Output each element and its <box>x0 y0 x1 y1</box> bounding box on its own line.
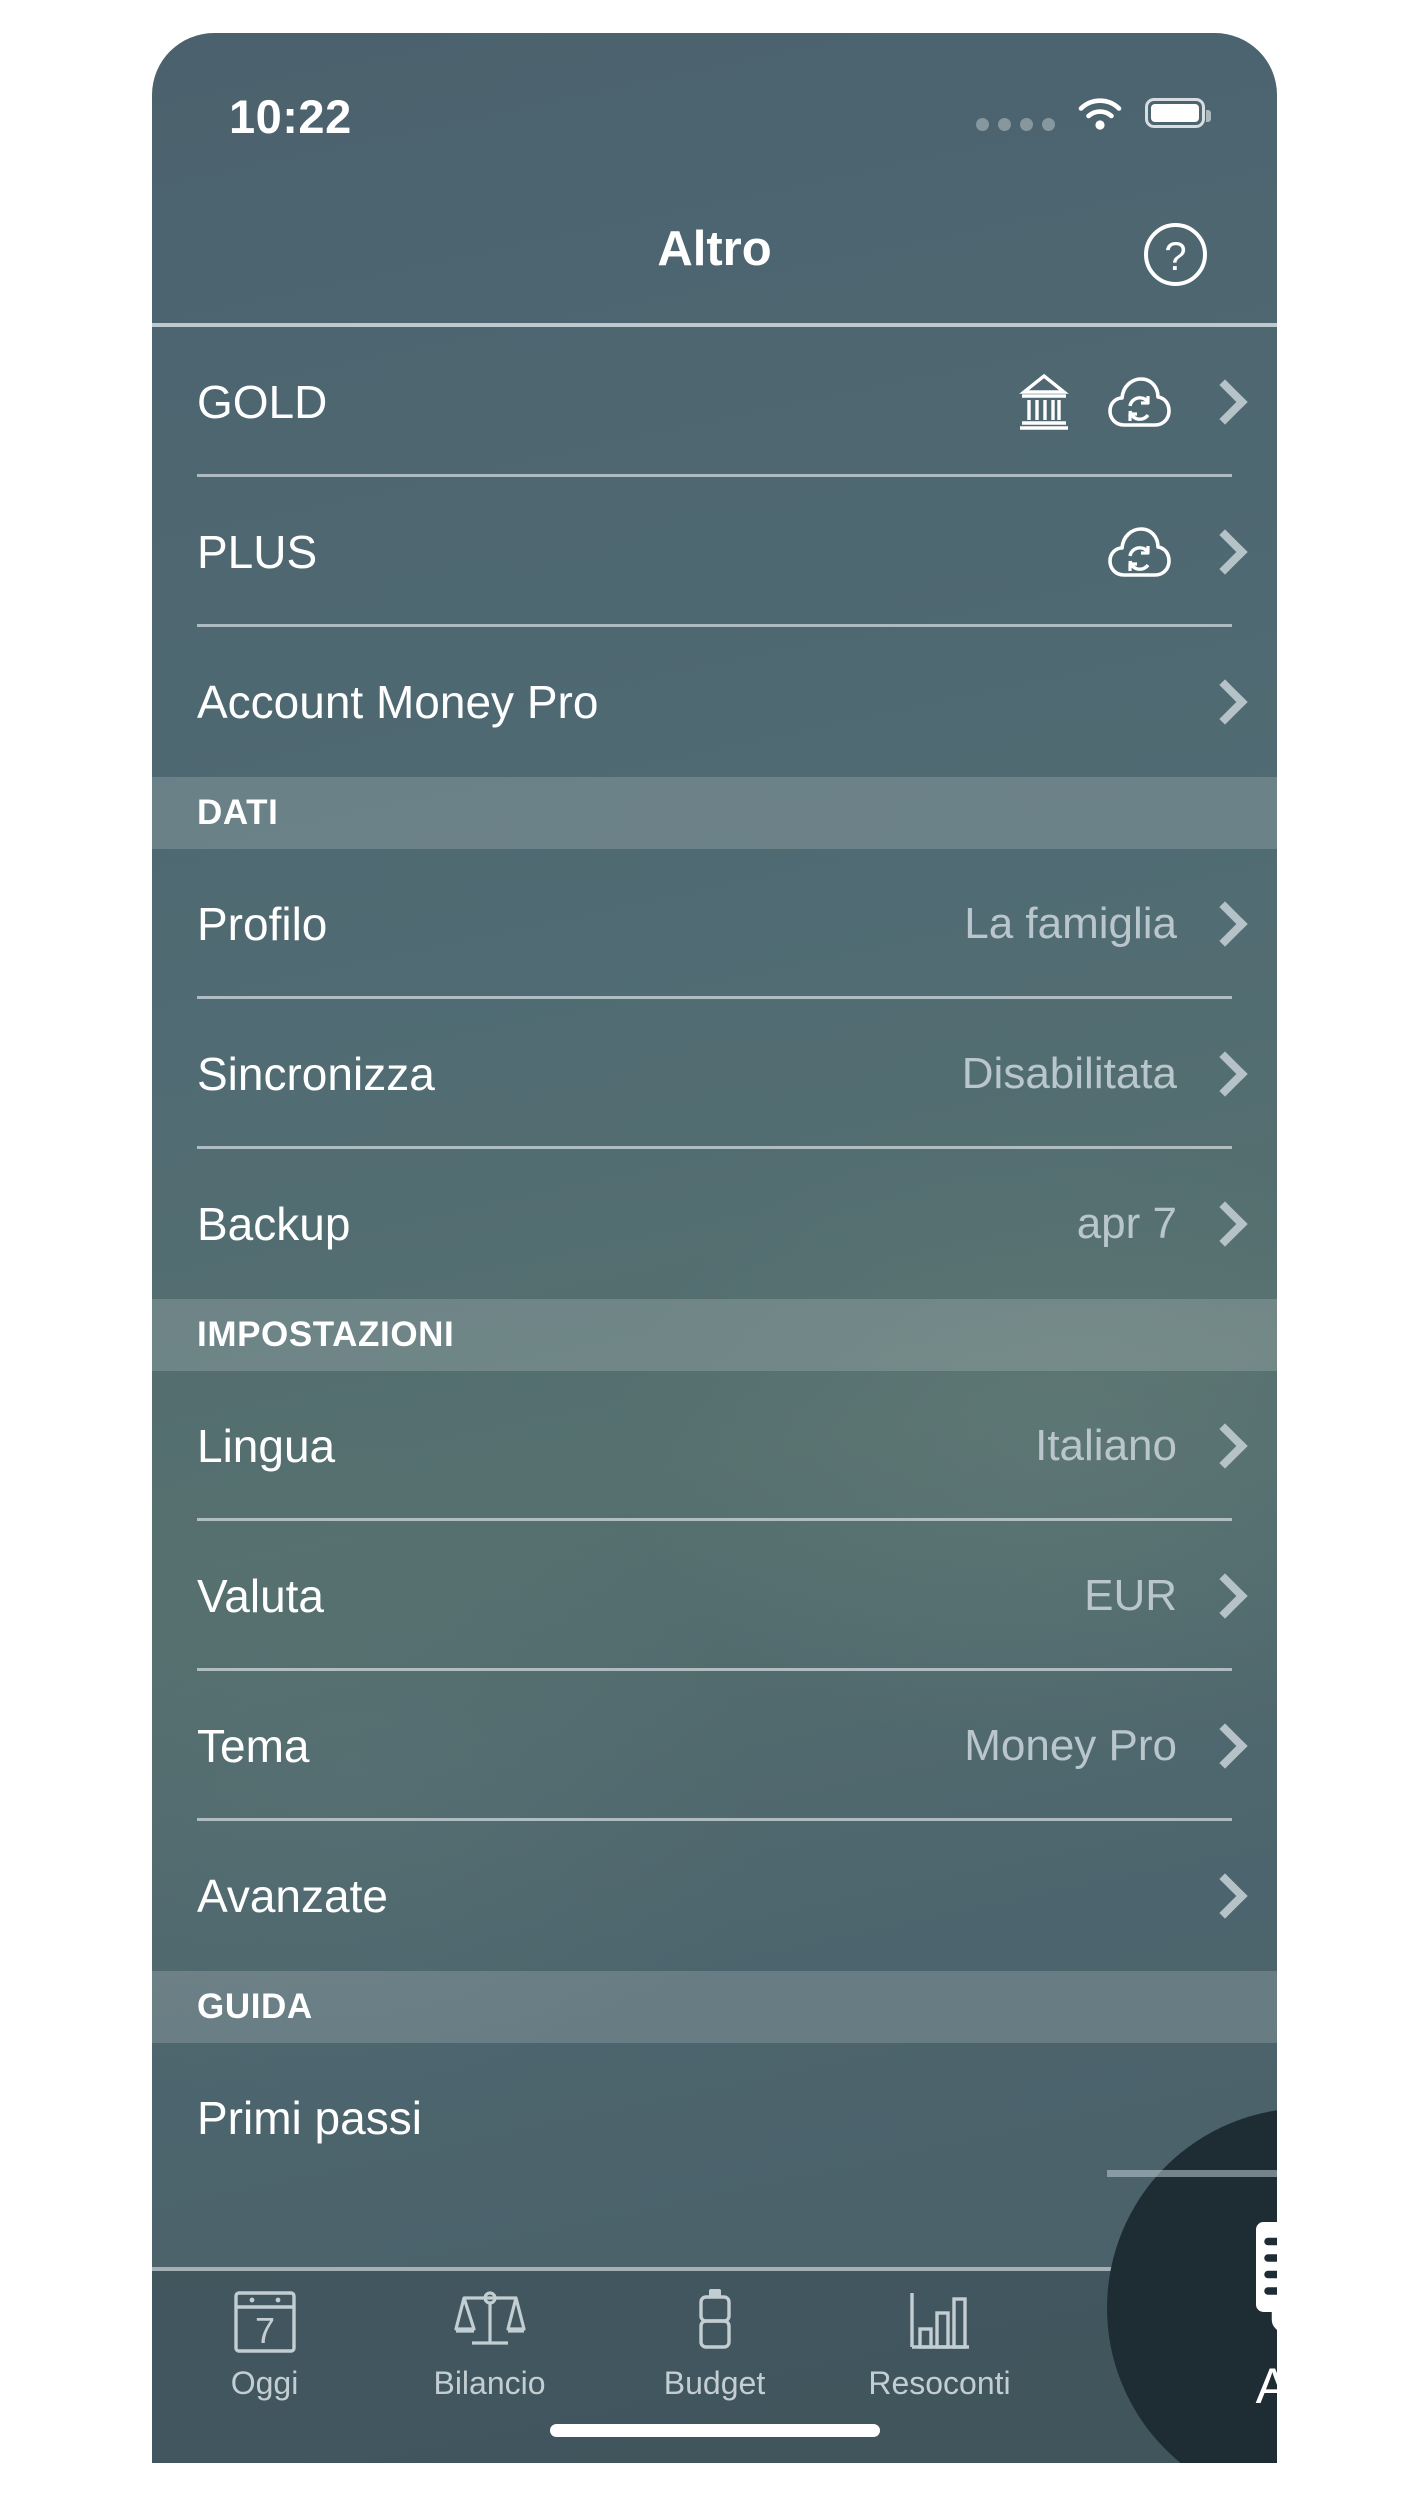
list-item-value: EUR <box>1084 1571 1177 1620</box>
documents-icon <box>1232 2201 1277 2351</box>
list-item[interactable]: Sincronizza Disabilitata <box>152 999 1277 1149</box>
chevron-right-icon <box>1209 1053 1233 1095</box>
list-item[interactable]: Profilo La famiglia <box>152 849 1277 999</box>
list-item-value: La famiglia <box>964 899 1177 948</box>
chevron-right-icon <box>1209 681 1233 723</box>
tab-icon-wrap <box>827 2281 1052 2355</box>
list-item[interactable]: GOLD <box>152 327 1277 477</box>
list-item-value: Money Pro <box>964 1721 1177 1770</box>
tab-bar-separator <box>152 2267 1277 2271</box>
home-indicator <box>549 2424 880 2437</box>
chevron-right-icon <box>1209 1203 1233 1245</box>
calendar-day-icon: 7 <box>232 2285 298 2355</box>
tab-label: Bilancio <box>433 2365 546 2401</box>
scales-balance-icon <box>453 2285 526 2355</box>
list-item-label: Primi passi <box>197 2092 422 2144</box>
list-item-label: Profilo <box>197 898 328 950</box>
tab-icon-wrap: 7 <box>152 2281 377 2355</box>
spotlight-label: Altro <box>1255 2358 1277 2414</box>
chevron-right-icon <box>1209 1725 1233 1767</box>
list-item-label: PLUS <box>197 526 318 578</box>
cloud-sync-icon <box>1106 371 1172 433</box>
section-header-label: GUIDA <box>197 1987 313 2026</box>
list-item-label: GOLD <box>197 376 328 428</box>
section-header-label: DATI <box>197 793 279 832</box>
tab-resoconti[interactable]: Resoconti <box>827 2281 1052 2402</box>
section-header-guida: GUIDA <box>152 1971 1277 2043</box>
list-item-icons <box>1012 370 1172 434</box>
tab-bilancio[interactable]: Bilancio <box>377 2281 602 2402</box>
svg-text:7: 7 <box>254 2310 274 2351</box>
wifi-icon <box>1078 97 1122 130</box>
section-header-label: IMPOSTAZIONI <box>197 1315 455 1354</box>
list-item-label: Valuta <box>197 1570 325 1622</box>
section-header-impostazioni: IMPOSTAZIONI <box>152 1299 1277 1371</box>
list-item[interactable]: PLUS <box>152 477 1277 627</box>
chevron-right-icon <box>1209 531 1233 573</box>
list-item[interactable]: Tema Money Pro <box>152 1671 1277 1821</box>
list-item-label: Backup <box>197 1198 351 1250</box>
status-bar: 10:22 <box>152 33 1277 183</box>
help-circle-icon[interactable]: ? <box>1144 223 1207 286</box>
settings-list[interactable]: GOLD PLUS Account Money Pro DATI Profilo La f… <box>152 327 1277 2463</box>
spotlight-tabbar-seam <box>1107 2170 1277 2177</box>
tab-label: Resoconti <box>868 2365 1011 2401</box>
list-item[interactable]: Valuta EUR <box>152 1521 1277 1671</box>
list-item-value: apr 7 <box>1076 1199 1177 1248</box>
list-item-label: Tema <box>197 1720 310 1772</box>
navigation-bar: Altro ? <box>152 183 1277 323</box>
chevron-right-icon <box>1209 381 1233 423</box>
section-header-dati: DATI <box>152 777 1277 849</box>
tab-label: Oggi <box>230 2365 299 2401</box>
tab-oggi[interactable]: 7 Oggi <box>152 2281 377 2402</box>
budget-battery-icon <box>690 2285 740 2355</box>
bar-chart-icon <box>907 2285 973 2355</box>
signal-dots-icon <box>976 87 1055 139</box>
tab-label: Budget <box>663 2365 766 2401</box>
list-item[interactable]: Avanzate <box>152 1821 1277 1971</box>
chevron-right-icon <box>1209 1875 1233 1917</box>
status-bar-clock: 10:22 <box>229 90 352 143</box>
chevron-right-icon <box>1209 903 1233 945</box>
chevron-right-icon <box>1209 1425 1233 1467</box>
list-item-label: Lingua <box>197 1420 336 1472</box>
tab-icon-wrap <box>377 2281 602 2355</box>
list-item-icons <box>1106 521 1172 583</box>
phone-screen: 10:22 Altro ? GOLD PLUS Account Money Pro D… <box>152 33 1277 2463</box>
list-item[interactable]: Backup apr 7 <box>152 1149 1277 1299</box>
status-bar-indicators <box>976 91 1211 135</box>
chevron-right-icon <box>1209 1575 1233 1617</box>
page-title: Altro <box>657 222 772 276</box>
list-item[interactable]: Account Money Pro <box>152 627 1277 777</box>
list-item-label: Account Money Pro <box>197 676 599 728</box>
bank-icon <box>1012 370 1076 434</box>
cloud-sync-icon <box>1106 521 1172 583</box>
list-item-label: Avanzate <box>197 1870 388 1922</box>
list-item-value: Italiano <box>1035 1421 1177 1470</box>
list-item[interactable]: Lingua Italiano <box>152 1371 1277 1521</box>
list-item-label: Sincronizza <box>197 1048 435 1100</box>
list-item-value: Disabilitata <box>961 1049 1177 1098</box>
tab-budget[interactable]: Budget <box>602 2281 827 2402</box>
tab-icon-wrap <box>602 2281 827 2355</box>
battery-full-icon <box>1145 98 1211 128</box>
